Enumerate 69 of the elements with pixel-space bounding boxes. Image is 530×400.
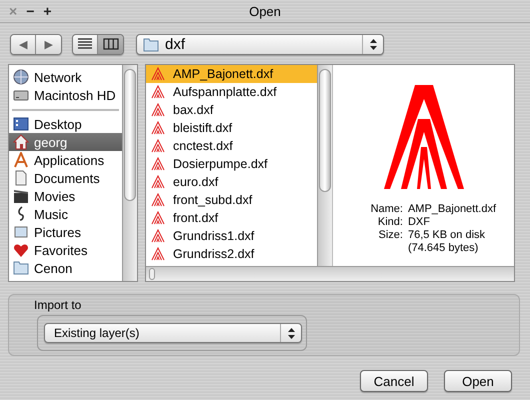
import-popup[interactable]: Existing layer(s) [44, 323, 302, 343]
folder-icon [143, 36, 159, 52]
dxf-file-icon [151, 157, 165, 171]
up-down-arrows-icon [370, 38, 376, 50]
column-view-button[interactable] [98, 34, 123, 54]
dxf-file-icon [151, 121, 165, 135]
cancel-button[interactable]: Cancel [360, 370, 428, 392]
up-down-arrows-icon [288, 328, 294, 338]
dxf-file-icon [151, 247, 165, 261]
sidebar-item[interactable]: Desktop [9, 115, 122, 133]
dxf-file-icon [151, 85, 165, 99]
dxf-file-icon [151, 139, 165, 153]
nav-button[interactable]: ◀ [11, 34, 36, 54]
file-row[interactable]: AMP_Bajonett.dxf [146, 65, 317, 83]
sidebar-item[interactable]: Cenon [9, 259, 122, 277]
sidebar-item[interactable]: Pictures [9, 223, 122, 241]
sidebar-item[interactable]: Macintosh HD [9, 86, 122, 104]
info-value: AMP_Bajonett.dxf [408, 203, 496, 215]
sidebar-item[interactable]: Music [9, 205, 122, 223]
import-label: Import to [34, 298, 82, 312]
network-icon [13, 69, 29, 85]
file-row[interactable]: front_subd.dxf [146, 191, 317, 209]
favorites-icon [13, 242, 29, 258]
info-label: Name: [370, 203, 403, 215]
dxf-file-icon [151, 175, 165, 189]
dxf-file-icon [151, 67, 165, 81]
pictures-icon [13, 224, 29, 240]
column-view-icon [102, 38, 118, 50]
window-title: Open [249, 4, 281, 18]
window-control[interactable]: + [43, 3, 52, 19]
sidebar-item[interactable]: georg [9, 133, 122, 151]
dxf-file-icon [151, 103, 165, 117]
location-popup[interactable]: dxf [136, 34, 384, 54]
file-row[interactable]: Grundriss1.dxf [146, 227, 317, 245]
file-row[interactable]: front.dxf [146, 209, 317, 227]
applications-icon [13, 152, 29, 168]
info-value: (74.645 bytes) [408, 242, 480, 254]
file-row[interactable]: bax.dxf [146, 101, 317, 119]
file-row[interactable]: Dosierpumpe.dxf [146, 155, 317, 173]
vertical-scrollbar[interactable] [122, 65, 137, 281]
window-control[interactable]: − [26, 3, 34, 19]
file-row[interactable]: Aufspannplatte.dxf [146, 83, 317, 101]
dxf-file-icon [151, 193, 165, 207]
desktop-icon [13, 116, 29, 132]
info-label: Kind: [376, 216, 403, 228]
file-row[interactable]: Grundriss2.dxf [146, 245, 317, 263]
documents-icon [13, 170, 29, 186]
info-value: DXF [408, 216, 430, 228]
file-row[interactable]: cnctest.dxf [146, 137, 317, 155]
nav-button[interactable]: ▶ [36, 34, 61, 54]
file-row[interactable]: bleistift.dxf [146, 119, 317, 137]
list-view-button[interactable] [73, 34, 98, 54]
sidebar-item[interactable]: Documents [9, 169, 122, 187]
sidebar-item[interactable]: Movies [9, 187, 122, 205]
vertical-scrollbar[interactable] [317, 65, 332, 266]
list-view-icon [77, 38, 93, 50]
sidebar-item[interactable]: Favorites [9, 241, 122, 259]
folder-icon [13, 260, 29, 276]
dxf-file-icon [151, 229, 165, 243]
info-value: 76,5 KB on disk [408, 229, 486, 241]
home-icon [13, 134, 29, 150]
open-button[interactable]: Open [444, 370, 512, 392]
sidebar-item[interactable]: Applications [9, 151, 122, 169]
dxf-file-icon [151, 211, 165, 225]
file-row[interactable]: euro.dxf [146, 173, 317, 191]
horizontal-scrollbar[interactable] [146, 266, 514, 281]
movies-icon [13, 188, 29, 204]
sidebar-item[interactable]: Network [9, 68, 122, 86]
info-label: Size: [378, 229, 403, 243]
